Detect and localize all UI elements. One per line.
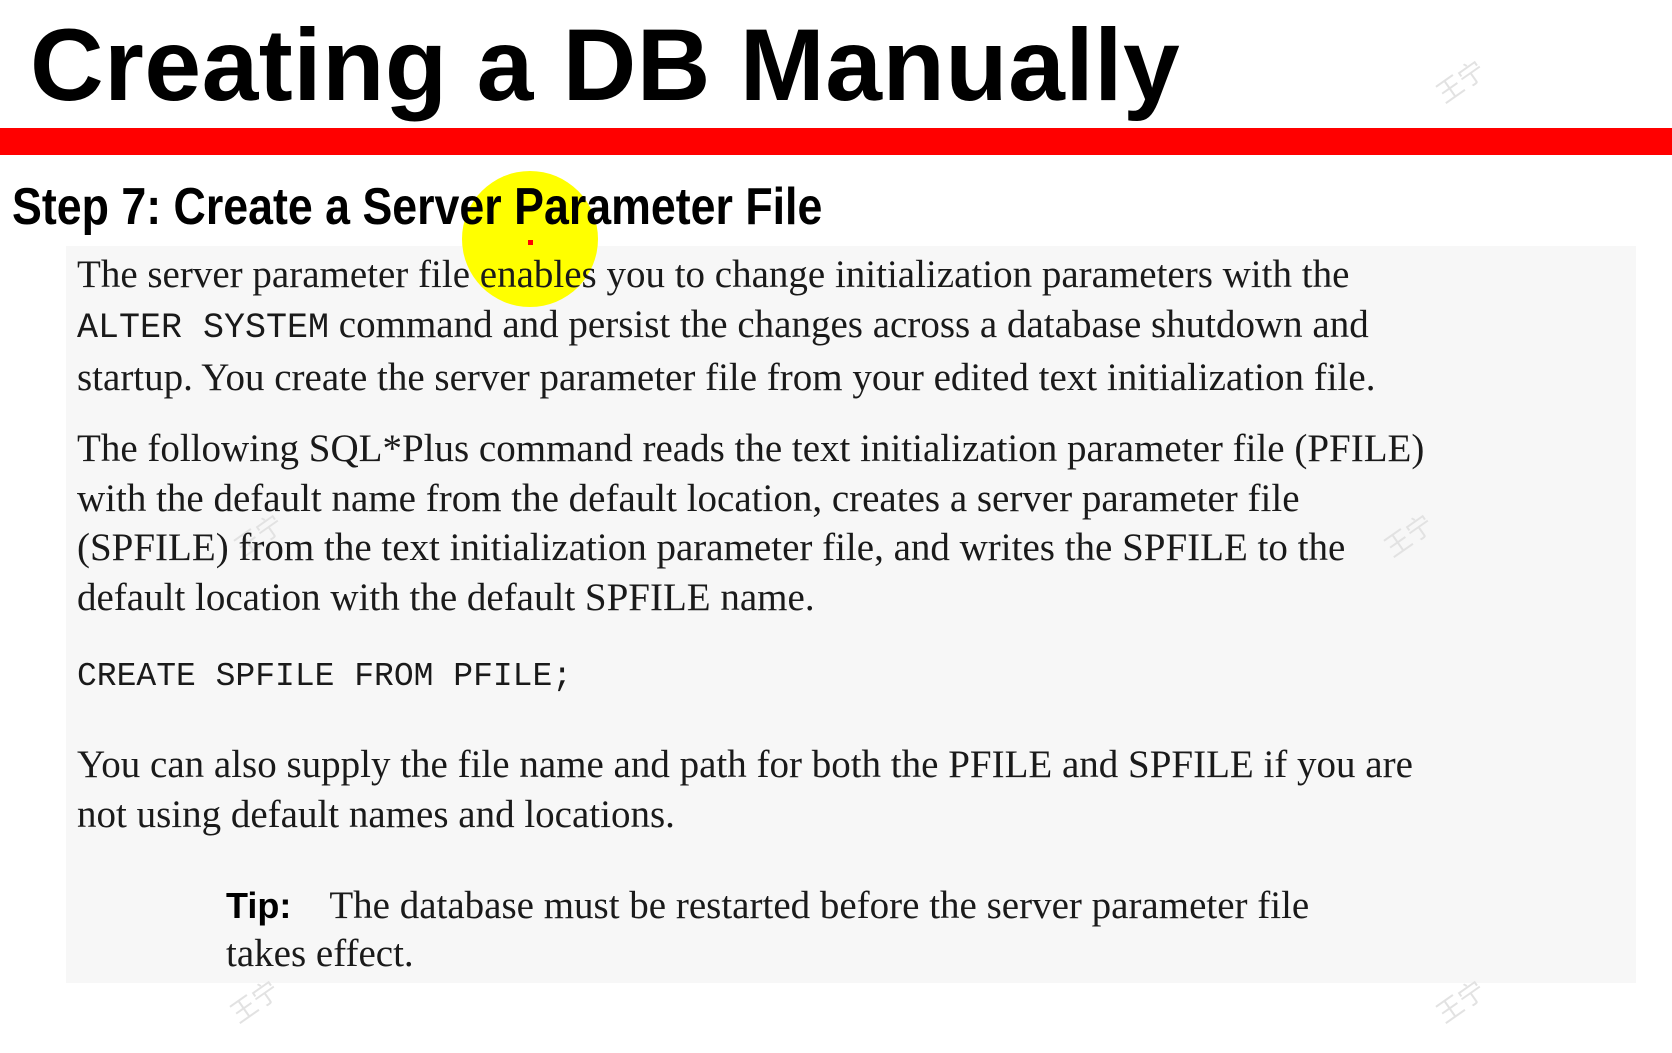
tip-text: The database must be restarted before th… [329, 884, 1310, 927]
tip-note: Tip: The database must be restarted befor… [226, 882, 1309, 978]
inline-code: ALTER SYSTEM [77, 307, 330, 348]
slide-title: Creating a DB Manually [30, 8, 1181, 122]
tip-line: takes effect. [226, 932, 414, 975]
paragraph-line: The following SQL*Plus command reads the… [77, 427, 1425, 470]
watermark: 王宁 [1431, 55, 1492, 110]
paragraph-line: with the default name from the default l… [77, 476, 1300, 520]
paragraph-line: The server parameter file enables you to… [77, 253, 1350, 296]
paragraph-line: (SPFILE) from the text initialization pa… [77, 526, 1346, 569]
tip-label: Tip: [226, 885, 292, 926]
tip-line: Tip: The database must be restarted befor… [226, 882, 1309, 930]
paragraph-line: startup. You create the server parameter… [77, 356, 1376, 399]
paragraph-line: You can also supply the file name and pa… [77, 743, 1413, 786]
paragraph-sqlplus-command: The following SQL*Plus command reads the… [77, 424, 1637, 622]
paragraph-line: ALTER SYSTEM command and persist the cha… [77, 300, 1637, 354]
paragraph-spfile-intro: The server parameter file enables you to… [77, 250, 1637, 403]
code-example: CREATE SPFILE FROM PFILE; [77, 658, 573, 695]
title-rule [0, 128, 1672, 155]
step-heading: Step 7: Create a Server Parameter File [12, 178, 823, 236]
paragraph-file-names: You can also supply the file name and pa… [77, 740, 1637, 839]
paragraph-line: not using default names and locations. [77, 792, 675, 836]
paragraph-text: command and persist the changes across a… [329, 302, 1369, 346]
paragraph-line: default location with the default SPFILE… [77, 575, 815, 619]
cursor-dot [528, 240, 533, 245]
